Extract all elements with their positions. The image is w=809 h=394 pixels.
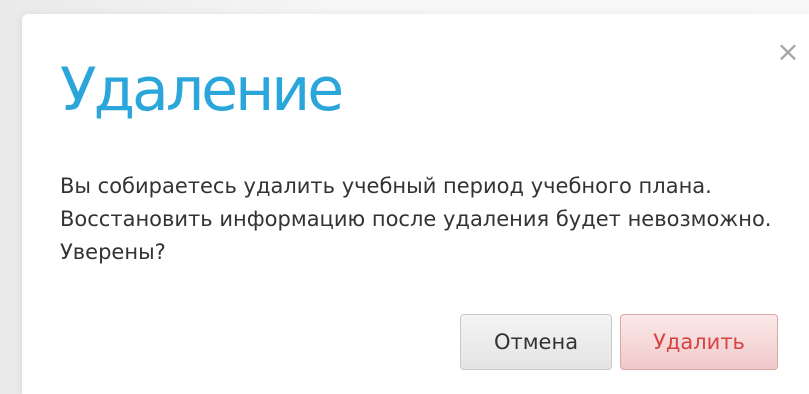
cancel-button[interactable]: Отмена <box>460 314 612 370</box>
delete-confirmation-dialog: × Удаление Вы собираетесь удалить учебны… <box>22 14 809 394</box>
delete-button[interactable]: Удалить <box>620 314 778 370</box>
dialog-message: Вы собираетесь удалить учебный период уч… <box>60 174 772 264</box>
dialog-title: Удаление <box>60 55 344 125</box>
close-icon[interactable]: × <box>774 38 802 66</box>
